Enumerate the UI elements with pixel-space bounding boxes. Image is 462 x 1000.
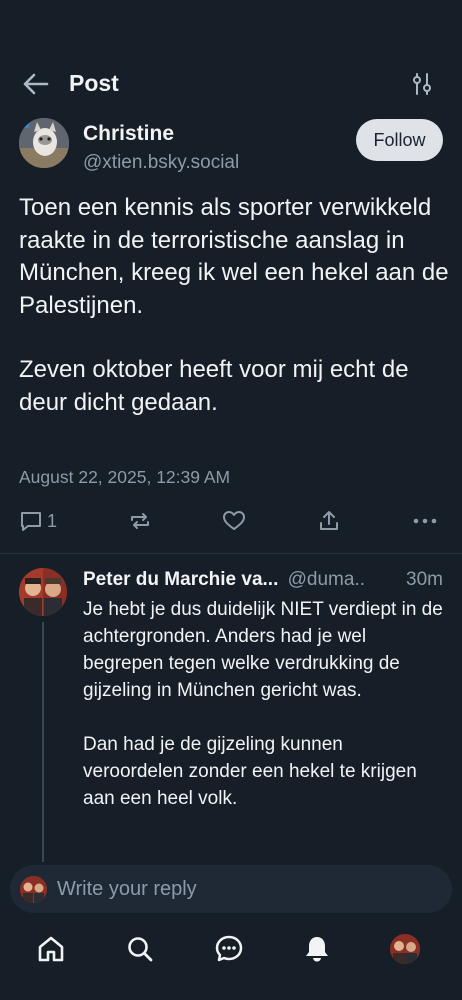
reply-composer[interactable] xyxy=(10,865,452,913)
reply-text[interactable]: Je hebt je dus duidelijk NIET verdiept i… xyxy=(83,596,443,812)
reply-header: Peter du Marchie va... @duma.. 30m xyxy=(83,569,449,593)
more-action[interactable] xyxy=(412,505,438,537)
more-icon xyxy=(413,518,437,524)
comment-icon xyxy=(21,512,41,531)
divider xyxy=(0,553,462,554)
post-timestamp: August 22, 2025, 12:39 AM xyxy=(19,467,231,487)
author-name[interactable]: Christine xyxy=(83,122,174,146)
nav-home[interactable] xyxy=(34,932,68,966)
repost-icon xyxy=(131,513,149,529)
nav-chat[interactable] xyxy=(212,932,246,966)
bottom-nav xyxy=(0,922,462,982)
page-title: Post xyxy=(69,70,119,96)
search-icon xyxy=(128,937,153,962)
share-action[interactable] xyxy=(317,505,341,537)
post-text: Toen een kennis als sporter verwikkeld r… xyxy=(19,192,449,419)
post-paragraph: Zeven oktober heeft voor mij echt de deu… xyxy=(19,356,409,416)
post-actions: 1 xyxy=(0,505,462,537)
nav-search[interactable] xyxy=(123,932,157,966)
reply-paragraph: Je hebt je dus duidelijk NIET verdiept i… xyxy=(83,599,443,701)
home-icon xyxy=(38,936,64,962)
heart-icon xyxy=(223,511,245,530)
nav-profile[interactable] xyxy=(388,932,422,966)
post-paragraph: Toen een kennis als sporter verwikkeld r… xyxy=(19,194,449,319)
like-action[interactable] xyxy=(222,505,246,537)
author-avatar[interactable] xyxy=(19,118,69,168)
author-handle[interactable]: @xtien.bsky.social xyxy=(83,152,239,174)
follow-button[interactable]: Follow xyxy=(356,119,443,161)
reply-count: 1 xyxy=(47,510,58,531)
nav-notifications[interactable] xyxy=(300,932,334,966)
reply-action[interactable]: 1 xyxy=(19,505,57,537)
arrow-left-icon[interactable] xyxy=(20,70,50,98)
sliders-icon[interactable] xyxy=(410,71,434,97)
reply-paragraph: Dan had je de gijzeling kunnen veroordel… xyxy=(83,734,417,809)
reply-author-name[interactable]: Peter du Marchie va... xyxy=(83,569,278,590)
reply-author-handle[interactable]: @duma.. xyxy=(288,569,365,590)
composer-avatar xyxy=(20,876,47,903)
repost-action[interactable] xyxy=(128,505,152,537)
reply-input[interactable] xyxy=(57,865,437,913)
share-icon xyxy=(320,511,338,530)
thread-line xyxy=(42,622,44,862)
header: Post xyxy=(0,56,462,112)
chat-icon xyxy=(215,935,243,962)
profile-avatar xyxy=(390,934,420,964)
reply-time: 30m xyxy=(406,569,443,590)
bell-icon xyxy=(306,937,328,962)
reply-avatar[interactable] xyxy=(19,568,67,616)
